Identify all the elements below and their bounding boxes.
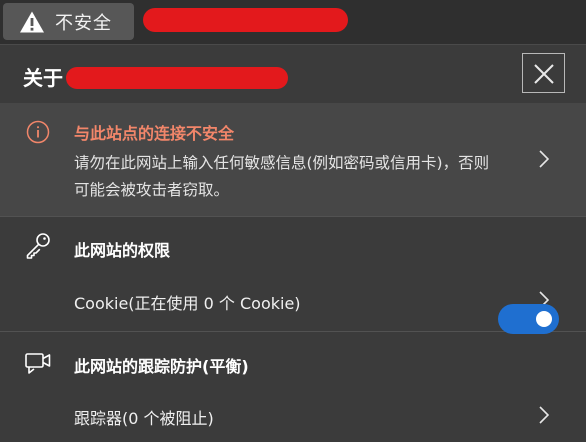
warning-title: 与此站点的连接不安全 <box>74 124 235 143</box>
trackers-row[interactable]: 跟踪器(0 个被阻止) <box>0 392 586 442</box>
divider <box>0 331 586 332</box>
divider <box>0 216 586 217</box>
site-info-flyout: 关于 与此站点的连接不安全 请勿在此网站上输入任何敏感信息(例如密码或信用卡)，… <box>0 44 586 442</box>
chevron-right-icon <box>539 150 549 168</box>
not-secure-label: 不安全 <box>55 12 112 34</box>
key-icon <box>26 233 50 259</box>
permissions-heading: 此网站的权限 <box>74 241 171 260</box>
trackers-label: 跟踪器(0 个被阻止) <box>74 409 214 428</box>
warning-description: 请勿在此网站上输入任何敏感信息(例如密码或信用卡)，否则可能会被攻击者窃取。 <box>74 154 490 199</box>
warning-triangle-icon <box>20 11 44 32</box>
toggle-knob <box>536 311 552 327</box>
not-secure-button[interactable]: 不安全 <box>3 3 134 40</box>
flyout-title: 关于 <box>23 66 63 90</box>
chevron-right-icon <box>539 406 549 424</box>
redacted-url <box>143 8 348 32</box>
tracking-prevention-icon <box>25 353 51 374</box>
info-icon <box>26 120 50 144</box>
connection-warning[interactable]: 与此站点的连接不安全 请勿在此网站上输入任何敏感信息(例如密码或信用卡)，否则可… <box>0 103 586 216</box>
redacted-site-name <box>66 67 288 89</box>
tracking-toggle[interactable] <box>498 304 559 334</box>
tracking-heading: 此网站的跟踪防护(平衡) <box>74 357 249 376</box>
address-bar: 不安全 <box>0 0 586 44</box>
flyout-header: 关于 <box>0 45 586 103</box>
close-icon <box>534 64 554 84</box>
cookie-label: Cookie(正在使用 0 个 Cookie) <box>74 294 301 313</box>
close-button[interactable] <box>522 53 565 93</box>
